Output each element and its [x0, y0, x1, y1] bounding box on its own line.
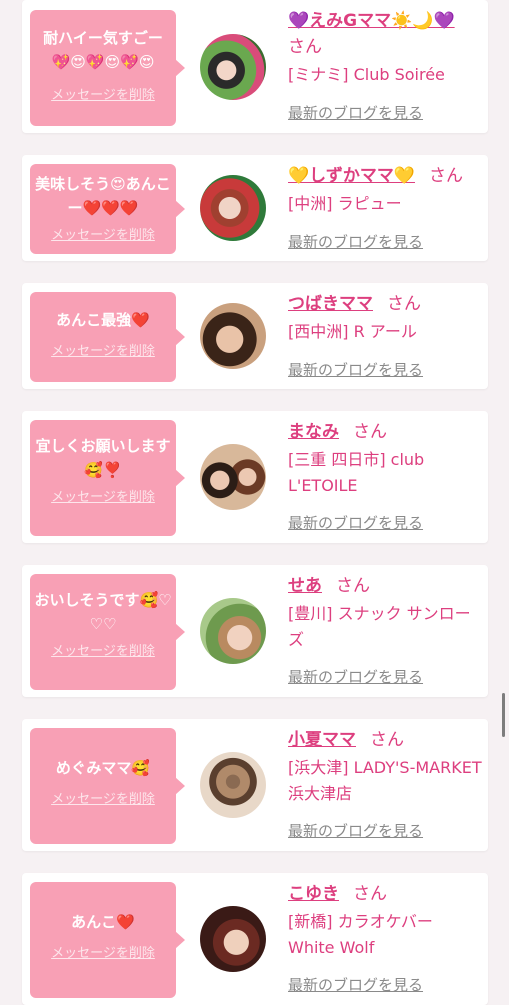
message-bubble: 耐ハイー気すごー💖😍💖😍💖😍 メッセージを削除: [30, 10, 185, 126]
delete-message-link[interactable]: メッセージを削除: [51, 486, 155, 505]
message-text: めぐみママ🥰: [55, 759, 151, 777]
delete-message-link[interactable]: メッセージを削除: [51, 224, 155, 243]
user-name-link[interactable]: 💛しずかママ💛: [288, 166, 415, 186]
delete-message-link[interactable]: メッセージを削除: [51, 942, 155, 961]
user-info: 💛しずかママ💛 さん [中洲] ラピュー: [288, 163, 484, 217]
message-bubble: あんこ❤️ メッセージを削除: [30, 882, 185, 998]
message-bubble: あんこ最強❤️ メッセージを削除: [30, 292, 185, 382]
message-text: あんこ❤️: [71, 913, 135, 931]
shop-name: [浜大津] LADY'S-MARKET 浜大津店: [288, 758, 482, 803]
message-card: 耐ハイー気すごー💖😍💖😍💖😍 メッセージを削除 💜えみGママ☀️🌙💜 さん [ミ…: [22, 0, 488, 133]
delete-message-link[interactable]: メッセージを削除: [51, 340, 155, 359]
shop-name: [西中洲] R アール: [288, 322, 417, 341]
user-name-link[interactable]: まなみ: [288, 422, 339, 442]
message-text: おいしそうです🥰♡♡♡: [34, 591, 172, 633]
message-card: 美味しそう😍あんこー❤️❤️❤️ メッセージを削除 💛しずかママ💛 さん [中洲]…: [22, 155, 488, 261]
honorific: さん: [353, 422, 387, 442]
shop-name: [三重 四日市] club L'ETOILE: [288, 450, 425, 495]
message-bubble: おいしそうです🥰♡♡♡ メッセージを削除: [30, 574, 185, 690]
user-name-link[interactable]: こゆき: [288, 884, 339, 904]
message-bubble: 美味しそう😍あんこー❤️❤️❤️ メッセージを削除: [30, 164, 185, 254]
delete-message-link[interactable]: メッセージを削除: [51, 84, 155, 103]
user-name-link[interactable]: せあ: [288, 576, 322, 596]
user-info: 小夏ママ さん [浜大津] LADY'S-MARKET 浜大津店: [288, 727, 484, 807]
latest-blog-link[interactable]: 最新のブログを見る: [288, 974, 423, 995]
honorific: さん: [288, 37, 322, 57]
scrollbar[interactable]: [502, 693, 505, 737]
user-info: こゆき さん [新橋] カラオケバー White Wolf: [288, 881, 484, 961]
message-text: 宜しくお願いします🥰❣️: [35, 437, 171, 479]
message-card: めぐみママ🥰 メッセージを削除 小夏ママ さん [浜大津] LADY'S-MARK…: [22, 719, 488, 851]
message-bubble: めぐみママ🥰 メッセージを削除: [30, 728, 185, 844]
honorific: さん: [336, 576, 370, 596]
message-text: あんこ最強❤️: [56, 311, 150, 329]
shop-name: [豊川] スナック サンローズ: [288, 604, 471, 649]
avatar[interactable]: [200, 752, 266, 818]
latest-blog-link[interactable]: 最新のブログを見る: [288, 102, 423, 123]
message-text: 美味しそう😍あんこー❤️❤️❤️: [35, 175, 171, 217]
delete-message-link[interactable]: メッセージを削除: [51, 788, 155, 807]
message-card: おいしそうです🥰♡♡♡ メッセージを削除 せあ さん [豊川] スナック サンロー…: [22, 565, 488, 697]
avatar[interactable]: [200, 906, 266, 972]
avatar[interactable]: [200, 598, 266, 664]
user-info: まなみ さん [三重 四日市] club L'ETOILE: [288, 419, 484, 499]
honorific: さん: [370, 730, 404, 750]
user-info: せあ さん [豊川] スナック サンローズ: [288, 573, 484, 653]
latest-blog-link[interactable]: 最新のブログを見る: [288, 231, 423, 252]
shop-name: [中洲] ラピュー: [288, 194, 402, 213]
user-info: つばきママ さん [西中洲] R アール: [288, 291, 484, 345]
honorific: さん: [429, 166, 463, 186]
user-name-link[interactable]: 💜えみGママ☀️🌙💜: [288, 11, 455, 31]
avatar[interactable]: [200, 303, 266, 369]
avatar[interactable]: [200, 444, 266, 510]
latest-blog-link[interactable]: 最新のブログを見る: [288, 820, 423, 841]
user-name-link[interactable]: つばきママ: [288, 294, 373, 314]
user-info: 💜えみGママ☀️🌙💜 さん [ミナミ] Club Soirée: [288, 8, 484, 88]
honorific: さん: [353, 884, 387, 904]
avatar[interactable]: [200, 175, 266, 241]
message-card: あんこ❤️ メッセージを削除 こゆき さん [新橋] カラオケバー White W…: [22, 873, 488, 1005]
shop-name: [新橋] カラオケバー White Wolf: [288, 912, 433, 957]
honorific: さん: [387, 294, 421, 314]
avatar[interactable]: [200, 34, 266, 100]
message-card: あんこ最強❤️ メッセージを削除 つばきママ さん [西中洲] R アール 最新の…: [22, 283, 488, 389]
latest-blog-link[interactable]: 最新のブログを見る: [288, 512, 423, 533]
message-text: 耐ハイー気すごー💖😍💖😍💖😍: [43, 29, 163, 71]
delete-message-link[interactable]: メッセージを削除: [51, 640, 155, 659]
latest-blog-link[interactable]: 最新のブログを見る: [288, 666, 423, 687]
shop-name: [ミナミ] Club Soirée: [288, 65, 445, 84]
message-card: 宜しくお願いします🥰❣️ メッセージを削除 まなみ さん [三重 四日市] clu…: [22, 411, 488, 543]
user-name-link[interactable]: 小夏ママ: [288, 730, 356, 750]
message-bubble: 宜しくお願いします🥰❣️ メッセージを削除: [30, 420, 185, 536]
latest-blog-link[interactable]: 最新のブログを見る: [288, 359, 423, 380]
